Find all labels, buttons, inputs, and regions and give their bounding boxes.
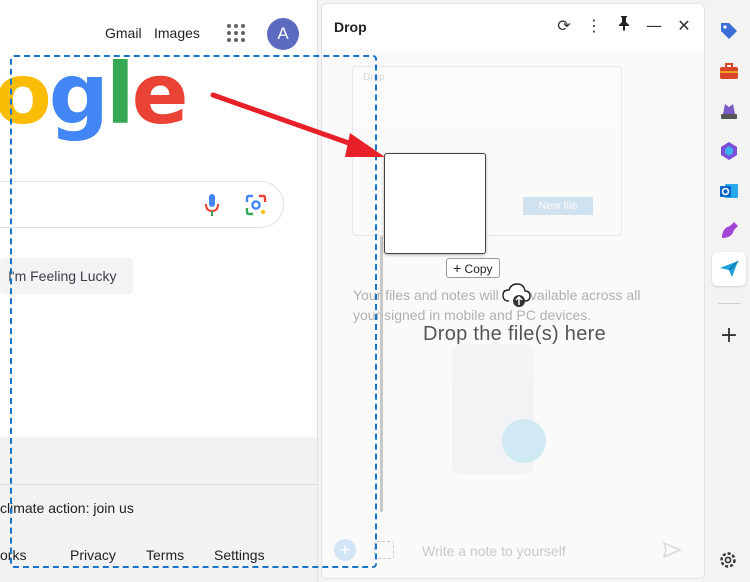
annotation-arrow [210, 92, 385, 157]
toolbox-icon[interactable] [718, 60, 740, 82]
minimize-icon[interactable]: — [643, 15, 665, 37]
images-link[interactable]: Images [154, 25, 200, 41]
add-app-icon[interactable]: + [718, 325, 740, 347]
refresh-icon[interactable]: ⟳ [553, 15, 575, 37]
drop-title: Drop [334, 19, 367, 35]
tag-icon[interactable] [718, 20, 740, 42]
screenshot-icon[interactable] [374, 541, 394, 559]
dragged-file-thumbnail [384, 153, 486, 254]
send-illustration-icon [502, 419, 546, 463]
designer-icon[interactable] [718, 220, 740, 242]
cloud-upload-icon [502, 283, 532, 309]
send-icon[interactable] [662, 540, 682, 560]
note-input[interactable]: Write a note to yourself [422, 543, 566, 559]
games-icon[interactable] [718, 100, 740, 122]
scrollbar[interactable] [380, 236, 383, 512]
plus-icon: + [453, 260, 462, 276]
copy-label: Copy [464, 262, 493, 276]
microsoft365-icon[interactable] [718, 140, 740, 162]
more-options-icon[interactable]: ⋮ [583, 15, 605, 37]
outlook-icon[interactable] [718, 180, 740, 202]
account-avatar[interactable]: A [267, 18, 299, 50]
pin-icon[interactable] [613, 15, 635, 37]
copy-badge: + Copy [446, 258, 500, 278]
close-icon[interactable]: ✕ [673, 15, 695, 37]
drop-hint-text: Drop the file(s) here [423, 323, 607, 345]
edge-sidebar: + [708, 0, 750, 582]
sidebar-divider [718, 303, 740, 304]
settings-gear-icon[interactable] [718, 550, 740, 572]
inner-new-file-button: New file [523, 197, 593, 215]
apps-grid-icon[interactable] [225, 22, 247, 44]
drop-sidebar-button[interactable] [712, 252, 746, 286]
gmail-link[interactable]: Gmail [105, 25, 142, 41]
